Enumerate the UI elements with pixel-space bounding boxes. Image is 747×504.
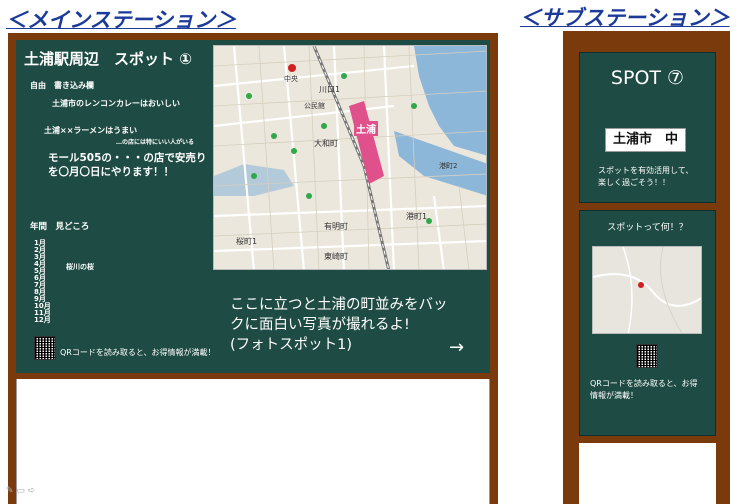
free-write-line: …の店には特にいい人がいる xyxy=(116,139,195,146)
sub-info-panel: スポットって何！？ QRコードを読み取ると、お得 情報が満載！ xyxy=(579,210,716,436)
arrow-right-icon: → xyxy=(449,337,465,358)
caption-line: (フォトスポット1) xyxy=(230,337,353,353)
sub-spot-panel: SPOT ⑦ 土浦市 中 スポットを有効活用して、 楽しく過ごそう！！ xyxy=(579,52,716,203)
sub-qr-code[interactable] xyxy=(636,344,658,368)
place-badge: 土浦市 中 xyxy=(605,128,686,152)
season-title: 年間 見どころ xyxy=(30,222,90,232)
free-write-line: 土浦市のレンコンカレーはおいしい xyxy=(52,99,180,108)
main-board: 土浦駅周辺 スポット ① 自由 書き込み欄 土浦市のレンコンカレーはおいしい 土… xyxy=(16,40,490,373)
map-place-label: 中央 xyxy=(284,75,298,83)
photo-caption: ここに立つと土浦の町並みをバッ クに面白い写真が撮れるよ! (フォトスポット1) xyxy=(230,295,448,355)
main-board-base xyxy=(16,379,490,504)
sub-description: スポットを有効活用して、 楽しく過ごそう！！ xyxy=(598,165,693,189)
map-station-label: 土浦 xyxy=(354,121,378,136)
spot-heading: 土浦駅周辺 スポット ① xyxy=(24,50,192,68)
map-place-label: 港町2 xyxy=(439,162,458,170)
sub-board-base xyxy=(579,443,716,504)
month-item: 12月 xyxy=(34,316,51,324)
free-write-line: 土浦××ラーメンはうまい xyxy=(44,126,138,135)
map-place-label: 川口1 xyxy=(319,85,341,94)
qr-code[interactable] xyxy=(34,336,56,360)
area-map[interactable]: 土浦 川口1 大和町 港町1 桜町1 有明町 東崎町 中央 公民館 港町2 xyxy=(213,45,487,270)
sub-qr-caption-line: 情報が満載！ xyxy=(590,391,638,400)
sub-qr-caption-line: QRコードを読み取ると、お得 xyxy=(590,379,698,388)
pen-icon[interactable]: ✎ xyxy=(6,486,14,496)
map-place-label: 公民館 xyxy=(304,102,325,110)
map-place-label: 大和町 xyxy=(314,139,338,148)
sub-station-title: ＜サブステーション＞ xyxy=(520,6,730,30)
caption-line: クに面白い写真が撮れるよ! xyxy=(230,317,410,333)
spot-number: SPOT ⑦ xyxy=(610,67,685,89)
sub-qr-caption: QRコードを読み取ると、お得 情報が満載！ xyxy=(590,378,698,402)
sub-description-line: スポットを有効活用して、 xyxy=(598,166,694,175)
map-place-label: 港町1 xyxy=(406,212,428,221)
sub-description-line: 楽しく過ごそう！！ xyxy=(598,178,670,187)
free-write-line: モール505の・・・の店で安売り xyxy=(48,152,207,164)
map-place-label: 有明町 xyxy=(324,222,348,231)
main-post-right xyxy=(490,379,498,504)
menu-icon[interactable]: ▭ xyxy=(16,486,25,496)
next-icon[interactable]: ➪ xyxy=(28,486,36,496)
free-write-line: を〇月〇日にやります！！ xyxy=(48,166,174,178)
month-note: 桜川の桜 xyxy=(66,263,94,271)
month-list: 1月 2月 3月 4月 5月 6月 7月 8月 9月 10月 11月 12月 xyxy=(34,240,51,324)
sub-map-graphic xyxy=(593,247,701,333)
free-write-title: 自由 書き込み欄 xyxy=(30,81,94,90)
main-station-title: ＜メインステーション＞ xyxy=(6,8,237,32)
caption-line: ここに立つと土浦の町並みをバッ xyxy=(230,297,448,313)
map-place-label: 東崎町 xyxy=(324,252,348,261)
slide-controls[interactable]: ✎ ▭ ➪ xyxy=(6,486,35,496)
qr-caption: QRコードを読み取ると、お得情報が満載！ xyxy=(60,348,216,357)
spot-question: スポットって何！？ xyxy=(607,223,688,233)
sub-area-map[interactable] xyxy=(592,246,702,334)
map-place-label: 桜町1 xyxy=(236,237,258,246)
